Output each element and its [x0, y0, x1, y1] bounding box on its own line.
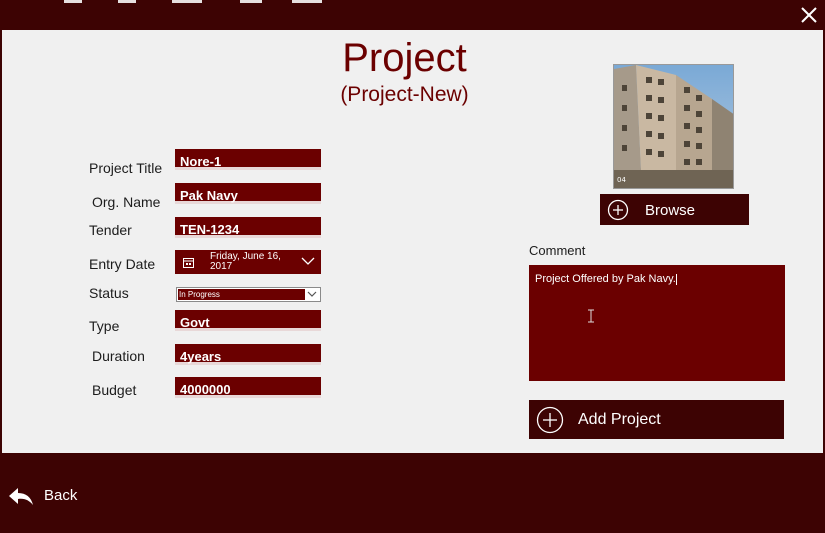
- titlebar-decoration: [240, 0, 262, 3]
- comment-textarea[interactable]: Project Offered by Pak Navy.: [529, 265, 785, 381]
- tender-field[interactable]: TEN-1234: [175, 217, 321, 238]
- comment-label: Comment: [529, 243, 586, 258]
- entry-date-value: Friday, June 16, 2017: [210, 251, 281, 272]
- back-button[interactable]: Back: [8, 485, 88, 507]
- titlebar-decoration: [292, 0, 322, 3]
- status-dropdown[interactable]: In Progress: [176, 287, 321, 302]
- browse-button[interactable]: Browse: [600, 194, 749, 225]
- plus-circle-icon: [536, 406, 564, 434]
- entry-date-picker[interactable]: Friday, June 16, 2017: [175, 250, 321, 274]
- back-arrow-icon: [9, 488, 33, 505]
- budget-field[interactable]: 4000000: [175, 377, 321, 398]
- close-icon: [801, 7, 817, 23]
- calendar-icon: [183, 258, 194, 268]
- type-label: Type: [89, 318, 120, 334]
- close-button[interactable]: [797, 3, 821, 27]
- titlebar-decoration: [118, 0, 136, 3]
- project-title-label: Project Title: [89, 160, 163, 176]
- budget-label: Budget: [92, 382, 137, 398]
- plus-circle-icon: [607, 199, 629, 221]
- text-cursor: [675, 273, 677, 285]
- entry-date-label: Entry Date: [89, 256, 156, 272]
- main-panel: Project (Project-New) Project Title Org.…: [2, 30, 823, 453]
- status-value: In Progress: [178, 289, 305, 300]
- photo-overlay-text: 04: [617, 176, 626, 184]
- chevron-down-icon: [301, 257, 315, 265]
- chevron-down-icon: [307, 291, 317, 297]
- titlebar-decoration: [64, 0, 82, 3]
- duration-label: Duration: [92, 348, 145, 364]
- comment-text: Project Offered by Pak Navy.: [535, 273, 676, 285]
- ibeam-cursor-icon: [588, 309, 594, 323]
- project-title-field[interactable]: Nore-1: [175, 149, 321, 170]
- add-project-label: Add Project: [578, 411, 661, 428]
- duration-field[interactable]: 4years: [175, 344, 321, 365]
- titlebar-decoration: [172, 0, 202, 3]
- org-name-label: Org. Name: [92, 194, 161, 210]
- project-photo: 04: [613, 64, 734, 189]
- tender-label: Tender: [89, 222, 132, 238]
- browse-label: Browse: [645, 202, 696, 219]
- status-label: Status: [89, 285, 129, 301]
- bottom-bar: Back: [0, 453, 825, 533]
- org-name-field[interactable]: Pak Navy: [175, 183, 321, 204]
- type-field[interactable]: Govt: [175, 310, 321, 331]
- building-image: 04: [614, 65, 733, 188]
- add-project-button[interactable]: Add Project: [529, 400, 784, 439]
- back-label: Back: [44, 487, 78, 504]
- title-bar: [0, 0, 825, 30]
